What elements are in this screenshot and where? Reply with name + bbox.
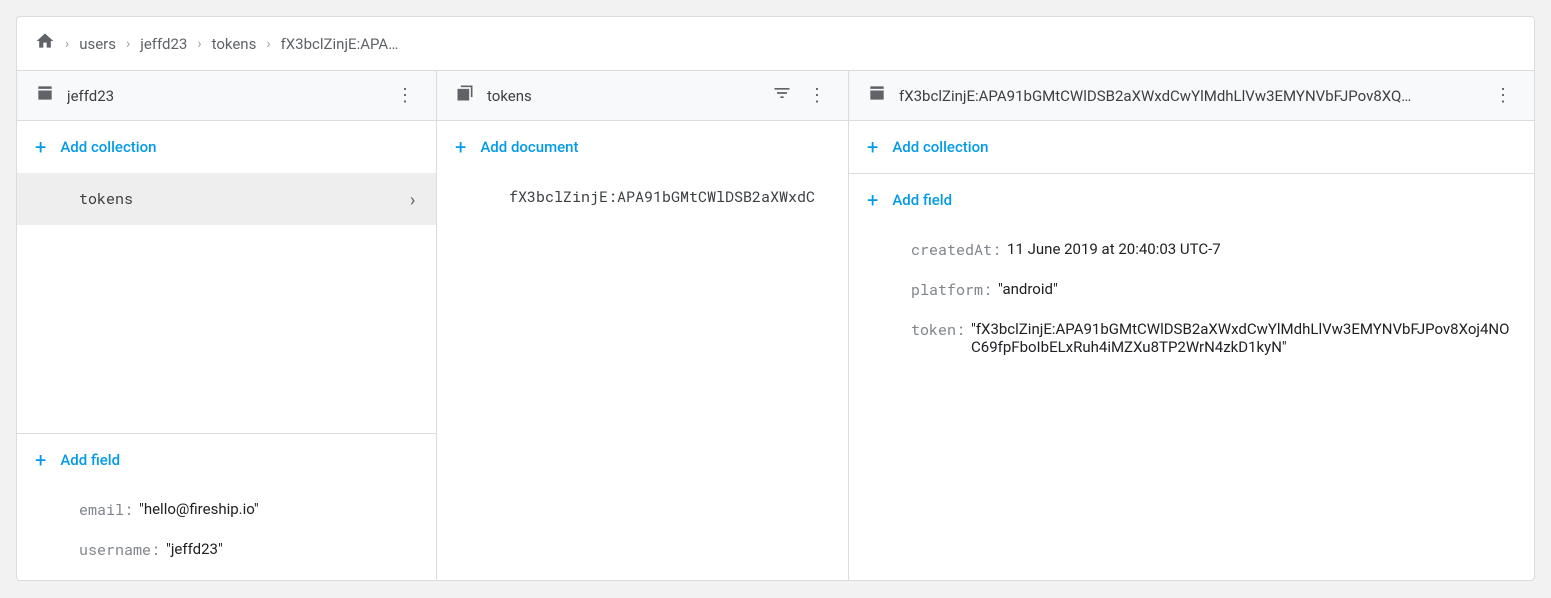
add-collection-button[interactable]: + Add collection — [17, 121, 436, 173]
collection-item[interactable]: tokens › — [17, 173, 436, 225]
chevron-right-icon: › — [266, 36, 270, 52]
field-row[interactable]: username "jeffd23" — [17, 530, 436, 570]
plus-icon: + — [35, 448, 46, 472]
field-list: createdAt 11 June 2019 at 20:40:03 UTC-7… — [849, 226, 1534, 376]
field-list: email "hello@fireship.io" username "jeff… — [17, 486, 436, 580]
field-key: createdAt — [911, 240, 1001, 260]
breadcrumb: › users › jeffd23 › tokens › fX3bclZinjE… — [17, 17, 1534, 70]
breadcrumb-item[interactable]: jeffd23 — [140, 35, 187, 53]
filter-icon[interactable] — [772, 83, 792, 108]
document-item-label: fX3bclZinjE:APA91bGMtCWlDSB2aXWxdC — [509, 187, 815, 207]
overflow-menu-icon[interactable]: ⋮ — [804, 85, 830, 106]
add-field-label: Add field — [60, 451, 120, 469]
document-detail-panel: fX3bclZinjE:APA91bGMtCWlDSB2aXWxdCwYlMdh… — [849, 71, 1534, 580]
field-key: username — [79, 540, 160, 560]
field-key: token — [911, 320, 965, 340]
field-value: "fX3bclZinjE:APA91bGMtCWlDSB2aXWxdCwYlMd… — [971, 320, 1516, 356]
panel-title: jeffd23 — [67, 87, 380, 105]
field-key: email — [79, 500, 133, 520]
add-field-label: Add field — [892, 191, 952, 209]
breadcrumb-item[interactable]: tokens — [212, 35, 257, 53]
chevron-right-icon: › — [407, 187, 418, 211]
breadcrumb-item[interactable]: users — [79, 35, 116, 53]
add-field-button[interactable]: + Add field — [17, 434, 436, 486]
document-icon — [867, 83, 887, 108]
field-value: "jeffd23" — [166, 540, 223, 558]
plus-icon: + — [35, 135, 46, 159]
field-value: 11 June 2019 at 20:40:03 UTC-7 — [1007, 240, 1221, 258]
plus-icon: + — [455, 135, 466, 159]
field-row[interactable]: token "fX3bclZinjE:APA91bGMtCWlDSB2aXWxd… — [849, 310, 1534, 366]
plus-icon: + — [867, 135, 878, 159]
add-collection-label: Add collection — [60, 138, 156, 156]
panel-title: tokens — [487, 87, 760, 105]
document-item[interactable]: fX3bclZinjE:APA91bGMtCWlDSB2aXWxdC — [437, 173, 848, 221]
chevron-right-icon: › — [126, 36, 130, 52]
panel-header: fX3bclZinjE:APA91bGMtCWlDSB2aXWxdCwYlMdh… — [849, 71, 1534, 121]
field-value: "hello@fireship.io" — [139, 500, 259, 518]
add-collection-button[interactable]: + Add collection — [849, 121, 1534, 173]
document-panel: jeffd23 ⋮ + Add collection tokens › + Ad… — [17, 71, 437, 580]
field-row[interactable]: createdAt 11 June 2019 at 20:40:03 UTC-7 — [849, 230, 1534, 270]
panel-header: jeffd23 ⋮ — [17, 71, 436, 121]
plus-icon: + — [867, 188, 878, 212]
overflow-menu-icon[interactable]: ⋮ — [392, 85, 418, 106]
collection-item-label: tokens — [79, 189, 133, 209]
document-icon — [35, 83, 55, 108]
chevron-right-icon: › — [65, 36, 69, 52]
field-value: "android" — [998, 280, 1058, 298]
field-key: platform — [911, 280, 992, 300]
panel-header: tokens ⋮ — [437, 71, 848, 121]
add-document-button[interactable]: + Add document — [437, 121, 848, 173]
overflow-menu-icon[interactable]: ⋮ — [1490, 85, 1516, 106]
collection-icon — [455, 83, 475, 108]
add-field-button[interactable]: + Add field — [849, 174, 1534, 226]
add-collection-label: Add collection — [892, 138, 988, 156]
field-row[interactable]: platform "android" — [849, 270, 1534, 310]
breadcrumb-item[interactable]: fX3bclZinjE:APA… — [281, 35, 399, 53]
home-icon[interactable] — [35, 31, 55, 56]
panel-title: fX3bclZinjE:APA91bGMtCWlDSB2aXWxdCwYlMdh… — [899, 87, 1478, 105]
add-document-label: Add document — [480, 138, 578, 156]
spacer — [17, 225, 436, 433]
collection-panel: tokens ⋮ + Add document fX3bclZinjE:APA9… — [437, 71, 849, 580]
chevron-right-icon: › — [197, 36, 201, 52]
field-row[interactable]: email "hello@fireship.io" — [17, 490, 436, 530]
